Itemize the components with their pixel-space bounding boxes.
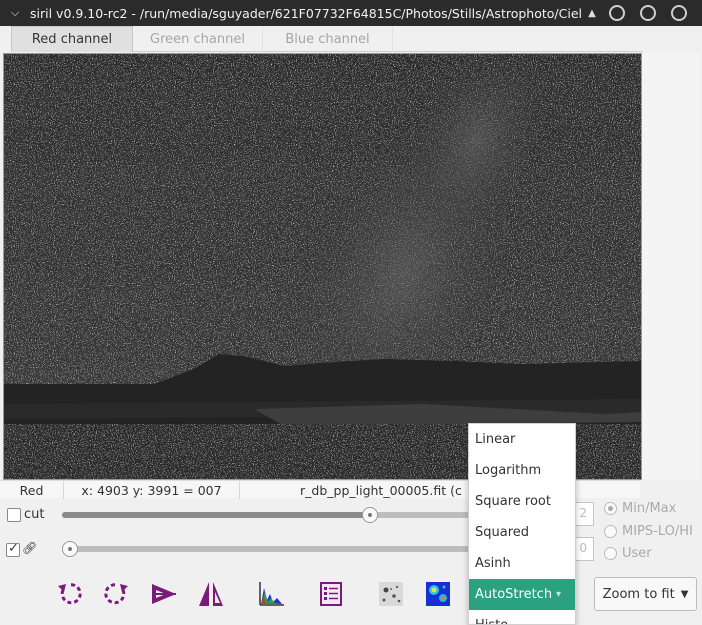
radio-dot xyxy=(604,525,617,538)
radio-label: Min/Max xyxy=(622,501,677,516)
menu-item-autostretch[interactable]: AutoStretch ▾ xyxy=(469,579,575,610)
mirror-x-icon[interactable] xyxy=(150,580,178,608)
status-coords: x: 4903 y: 3991 = 007 xyxy=(64,481,240,499)
menu-item-linear[interactable]: Linear xyxy=(469,424,575,455)
hi-level-fill xyxy=(62,512,370,518)
menu-item-label: AutoStretch xyxy=(475,587,553,602)
radio-dot xyxy=(604,502,617,515)
tab-red-channel[interactable]: Red channel xyxy=(11,26,133,52)
zoom-to-fit-button[interactable]: Zoom to fit ▼ xyxy=(594,577,697,611)
mirror-y-icon[interactable] xyxy=(197,580,225,608)
lo-level-slider[interactable] xyxy=(62,541,522,557)
hi-level-slider[interactable] xyxy=(62,507,522,523)
statistics-icon[interactable] xyxy=(317,580,345,608)
maximize-button[interactable] xyxy=(640,5,656,21)
close-button[interactable] xyxy=(671,5,687,21)
window-menu-button[interactable]: ⌵ xyxy=(0,6,30,20)
hi-level-row: cut 2 xyxy=(0,500,702,534)
negative-view-icon[interactable] xyxy=(377,580,405,608)
cut-label: cut xyxy=(24,507,45,522)
lo-level-row: 🔗︎ 0 xyxy=(0,536,702,566)
chevron-down-icon: ⌵ xyxy=(10,6,20,19)
radio-dot xyxy=(604,547,617,560)
rotate-left-icon[interactable] xyxy=(55,580,83,608)
zoom-label: Zoom to fit xyxy=(602,586,675,602)
menu-item-squared[interactable]: Squared xyxy=(469,517,575,548)
canvas-side-panel xyxy=(642,53,700,480)
rotate-right-icon[interactable] xyxy=(103,580,131,608)
menu-item-square-root[interactable]: Square root xyxy=(469,486,575,517)
link-icon: 🔗︎ xyxy=(22,541,38,555)
menu-item-asinh[interactable]: Asinh xyxy=(469,548,575,579)
status-channel: Red xyxy=(0,481,64,499)
image-canvas[interactable] xyxy=(3,53,642,480)
astrophoto-image xyxy=(4,54,641,479)
menu-item-logarithm[interactable]: Logarithm xyxy=(469,455,575,486)
status-filename: r_db_pp_light_00005.fit (c xyxy=(300,482,462,498)
lo-level-knob[interactable] xyxy=(62,541,78,557)
display-mode-menu: Linear Logarithm Square root Squared Asi… xyxy=(468,423,576,625)
shade-button[interactable]: ▲ xyxy=(581,8,603,19)
menu-item-histo[interactable]: Histo xyxy=(469,610,575,624)
caret-down-icon: ▼ xyxy=(680,588,689,600)
radio-mips[interactable]: MIPS-LO/HI xyxy=(604,524,693,539)
link-checkbox[interactable] xyxy=(6,541,20,557)
tab-blue-channel[interactable]: Blue channel xyxy=(263,26,393,52)
tab-green-channel[interactable]: Green channel xyxy=(133,26,263,52)
radio-label: MIPS-LO/HI xyxy=(622,524,693,539)
minimize-button[interactable] xyxy=(609,5,625,21)
radio-label: User xyxy=(622,546,652,561)
chevron-up-icon: ▲ xyxy=(588,7,596,19)
histogram-icon[interactable] xyxy=(257,580,285,608)
color-map-icon[interactable] xyxy=(424,580,452,608)
hi-level-knob[interactable] xyxy=(362,507,378,523)
radio-minmax[interactable]: Min/Max xyxy=(604,501,676,516)
window-title: siril v0.9.10-rc2 - /run/media/sguyader/… xyxy=(30,5,581,21)
selected-mark-icon: ▾ xyxy=(555,589,561,600)
radio-user[interactable]: User xyxy=(604,546,652,561)
channel-tabs: Red channel Green channel Blue channel xyxy=(11,26,643,52)
title-bar: ⌵ siril v0.9.10-rc2 - /run/media/sguyade… xyxy=(0,0,702,26)
cut-checkbox[interactable] xyxy=(7,508,21,522)
